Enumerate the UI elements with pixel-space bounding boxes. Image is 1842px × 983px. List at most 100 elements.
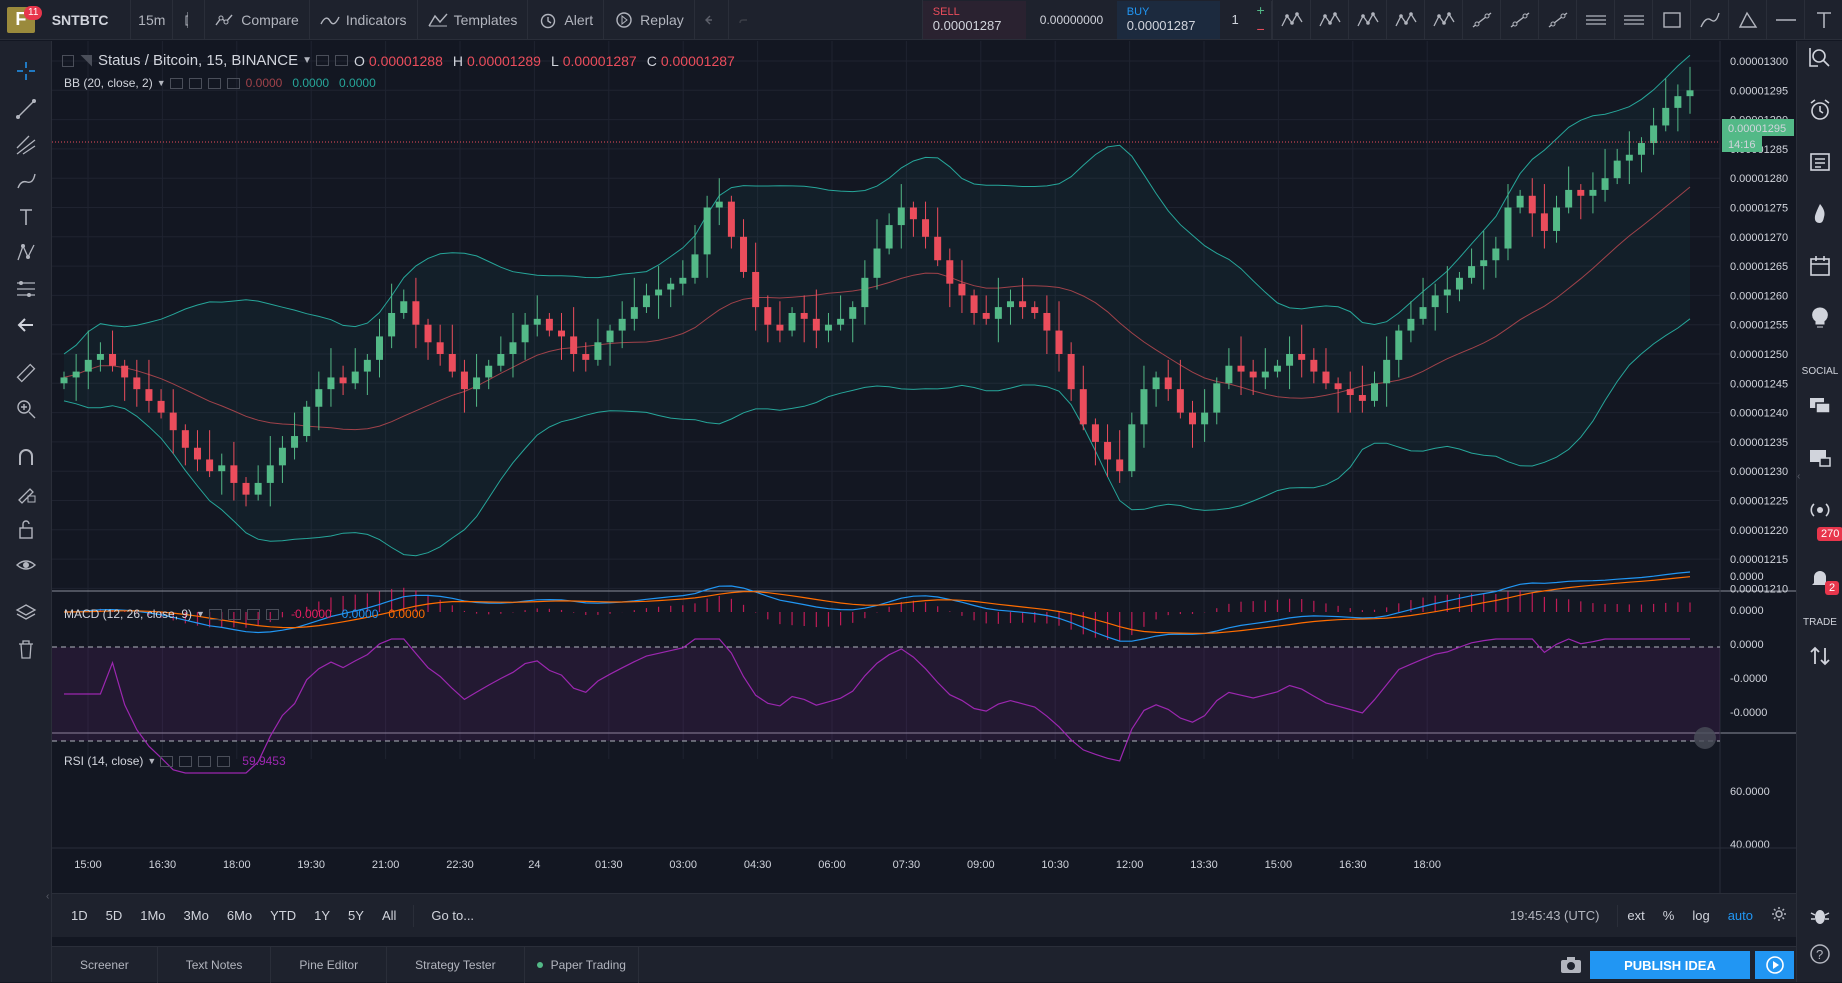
publish-video-button[interactable] — [1754, 951, 1794, 979]
auto-scale-toggle[interactable]: auto — [1719, 908, 1762, 923]
zoom-tool[interactable] — [14, 397, 38, 421]
hotlists-button[interactable] — [1807, 201, 1833, 227]
range-1mo[interactable]: 1Mo — [131, 908, 174, 923]
range-1d[interactable]: 1D — [62, 908, 97, 923]
private-chats-button[interactable] — [1807, 445, 1833, 471]
alerts-button[interactable] — [1807, 97, 1833, 123]
symbol-search[interactable]: SNTBTC — [42, 0, 132, 40]
text-tool[interactable] — [14, 205, 38, 229]
close-mini-icon[interactable] — [335, 55, 348, 66]
range-all[interactable]: All — [373, 908, 405, 923]
chevron-down-icon[interactable]: ▼ — [196, 609, 205, 619]
settings-mini-icon[interactable] — [179, 755, 193, 767]
order-panel-button[interactable] — [1807, 643, 1833, 669]
pattern-tool[interactable] — [14, 241, 38, 265]
chats-button[interactable] — [1807, 393, 1833, 419]
tool-cypher-pattern[interactable] — [1424, 0, 1462, 40]
screenshot-button[interactable] — [1560, 955, 1582, 978]
tool-brush[interactable] — [1690, 0, 1728, 40]
tool-horizontal-line[interactable] — [1766, 0, 1804, 40]
settings-mini-icon[interactable] — [188, 77, 202, 89]
ext-hours-toggle[interactable]: ext — [1618, 908, 1653, 923]
plus-mini-icon[interactable] — [198, 755, 212, 767]
settings-mini-icon[interactable] — [227, 608, 241, 620]
eye-mini-icon[interactable] — [208, 608, 222, 620]
chevron-down-icon[interactable]: ▼ — [302, 55, 312, 66]
interval-button[interactable]: 15m — [131, 0, 174, 40]
templates-button[interactable]: Templates — [418, 0, 529, 40]
tool-xabcd-pattern[interactable] — [1272, 0, 1310, 40]
close-mini-icon[interactable] — [265, 608, 279, 620]
plus-mini-icon[interactable] — [207, 77, 221, 89]
range-5d[interactable]: 5D — [97, 908, 132, 923]
pitchfork-tool[interactable] — [14, 133, 38, 157]
plus-mini-icon[interactable] — [246, 608, 260, 620]
tool-abcd-pattern[interactable] — [1310, 0, 1348, 40]
tool-triangle[interactable] — [1728, 0, 1766, 40]
eye-mini-icon[interactable] — [169, 77, 183, 89]
sell-button[interactable]: SELL 0.00001287 — [922, 0, 1027, 39]
ruler-tool[interactable] — [14, 361, 38, 385]
undo-button[interactable] — [695, 0, 729, 40]
range-6mo[interactable]: 6Mo — [218, 908, 261, 923]
tool-rectangle[interactable] — [1652, 0, 1690, 40]
tool-head-shoulders[interactable] — [1348, 0, 1386, 40]
lock-tool[interactable] — [14, 517, 38, 541]
publish-idea-button[interactable]: PUBLISH IDEA — [1590, 951, 1750, 979]
quantity-stepper[interactable]: + − — [1250, 0, 1272, 39]
chart-settings-button[interactable] — [1762, 906, 1796, 925]
help-button[interactable]: ? — [1807, 941, 1833, 967]
stay-drawing-tool[interactable] — [14, 481, 38, 505]
flag-icon[interactable] — [80, 54, 92, 67]
percent-scale-toggle[interactable]: % — [1654, 908, 1684, 923]
tab-strategy-tester[interactable]: Strategy Tester — [387, 946, 525, 983]
tab-screener[interactable]: Screener — [52, 946, 158, 983]
range-1y[interactable]: 1Y — [305, 908, 339, 923]
redo-button[interactable] — [729, 0, 763, 40]
trendline-tool[interactable] — [14, 97, 38, 121]
indicators-button[interactable]: Indicators — [310, 0, 418, 40]
plus-icon[interactable]: + — [1256, 3, 1264, 17]
chevron-down-icon[interactable]: ▼ — [157, 78, 166, 88]
news-button[interactable] — [1807, 149, 1833, 175]
streams-button[interactable] — [1807, 497, 1833, 523]
ideas-button[interactable] — [1807, 305, 1833, 331]
tool-regression-trend[interactable] — [1614, 0, 1652, 40]
crosshair-tool[interactable] — [14, 59, 38, 83]
log-scale-toggle[interactable]: log — [1683, 908, 1718, 923]
bug-report-button[interactable] — [1807, 903, 1833, 929]
goto-button[interactable]: Go to... — [422, 908, 483, 923]
magnet-tool[interactable] — [14, 445, 38, 469]
alert-button[interactable]: Alert — [528, 0, 605, 40]
minus-icon[interactable]: − — [1256, 22, 1264, 36]
watchlist-button[interactable] — [1807, 45, 1833, 71]
object-tree-tool[interactable] — [14, 601, 38, 625]
prediction-tool[interactable] — [14, 277, 38, 301]
settings-mini-icon[interactable] — [316, 55, 329, 66]
range-3mo[interactable]: 3Mo — [175, 908, 218, 923]
logo[interactable]: F 11 — [0, 0, 43, 40]
tool-ray[interactable] — [1500, 0, 1538, 40]
quantity-input[interactable]: 1 — [1220, 0, 1250, 40]
trade-drag-handle[interactable] — [909, 0, 923, 40]
tab-pine-editor[interactable]: Pine Editor — [271, 946, 388, 983]
compare-button[interactable]: Compare — [205, 0, 310, 40]
collapse-right-icon[interactable]: ‹ — [1797, 471, 1803, 482]
range-5y[interactable]: 5Y — [339, 908, 373, 923]
remove-drawings-tool[interactable] — [14, 637, 38, 661]
chart-canvas[interactable]: 0.000013000.000012950.000012900.00001285… — [52, 41, 1796, 893]
range-ytd[interactable]: YTD — [261, 908, 305, 923]
tab-paper-trading[interactable]: Paper Trading — [525, 946, 639, 983]
back-arrow-tool[interactable] — [14, 313, 38, 337]
utc-clock[interactable]: 19:45:43 (UTC) — [1501, 908, 1618, 923]
calendar-button[interactable] — [1807, 253, 1833, 279]
close-mini-icon[interactable] — [217, 755, 231, 767]
tool-extended-line[interactable] — [1538, 0, 1576, 40]
tool-trend-line[interactable] — [1462, 0, 1500, 40]
brush-tool[interactable] — [14, 169, 38, 193]
chevron-down-icon[interactable]: ▼ — [147, 756, 156, 766]
hide-drawings-tool[interactable] — [14, 553, 38, 577]
bar-style-button[interactable] — [173, 0, 206, 40]
buy-button[interactable]: BUY 0.00001287 — [1116, 0, 1221, 39]
tool-parallel-channel[interactable] — [1576, 0, 1614, 40]
